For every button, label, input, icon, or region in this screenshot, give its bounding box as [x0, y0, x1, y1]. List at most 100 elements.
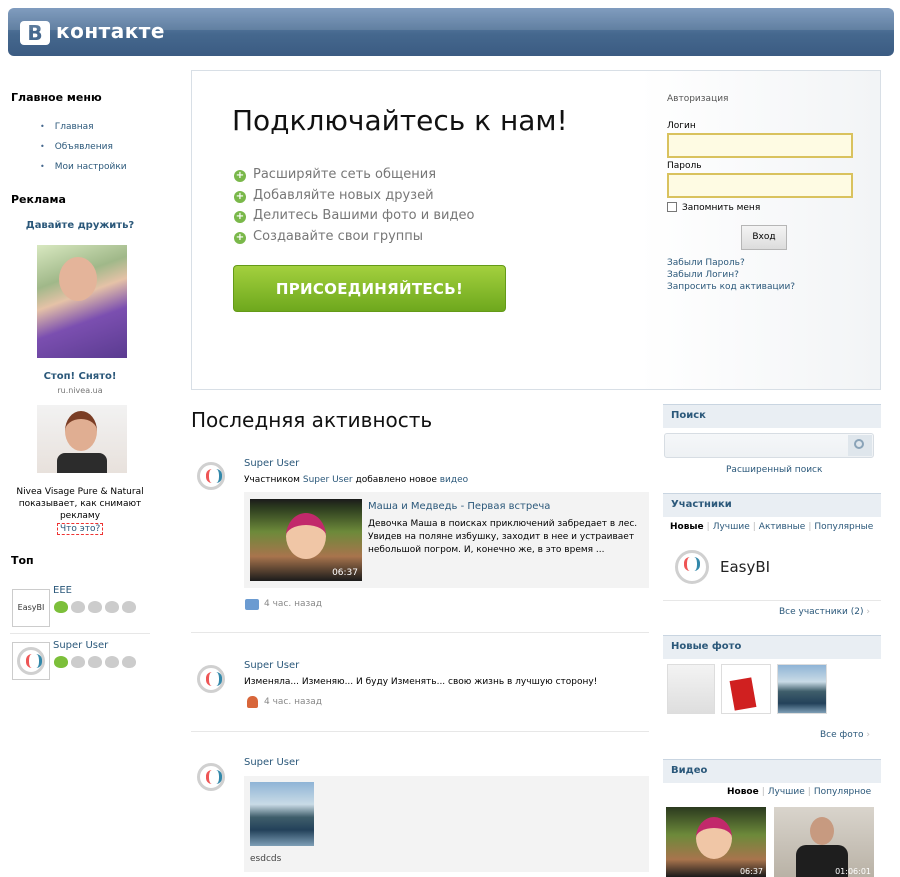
members-section-title: Участники — [663, 493, 881, 517]
feed-user-name[interactable]: Super User — [244, 660, 299, 671]
main-menu-title: Главное меню — [11, 91, 102, 104]
video-tabs: Новое | Лучшие | Популярное — [727, 787, 872, 797]
search-icon — [854, 439, 864, 449]
search-input[interactable] — [664, 433, 874, 458]
feature-item: + Создавайте свои группы — [234, 229, 424, 244]
menu-item-settings[interactable]: Мои настройки — [40, 162, 127, 172]
video-title-link[interactable]: Маша и Медведь - Первая встреча — [368, 501, 550, 512]
avatar[interactable] — [12, 642, 50, 680]
chevron-right-icon: › — [866, 607, 870, 617]
logo-icon[interactable]: В — [20, 21, 50, 45]
photo-caption: esdcds — [250, 854, 282, 864]
chevron-right-icon: › — [866, 730, 870, 740]
video-attachment: 06:37 Маша и Медведь - Первая встреча Де… — [244, 492, 649, 588]
top-title: Топ — [11, 554, 34, 567]
photo-red-object-shape — [729, 677, 757, 711]
photo-thumbnail[interactable] — [250, 782, 314, 846]
login-input[interactable] — [667, 133, 853, 158]
tab-members-popular[interactable]: Популярные — [814, 522, 873, 532]
rating-egg-icon — [54, 601, 68, 613]
member-name[interactable]: EasyBI — [720, 558, 770, 576]
ad2-what-link[interactable]: Что это? — [57, 523, 104, 535]
avatar[interactable] — [197, 462, 225, 490]
divider — [10, 633, 150, 634]
all-members-link[interactable]: Все участники (2) › — [779, 607, 870, 617]
auth-box: Авторизация Логин Пароль Запомнить меня … — [667, 71, 882, 389]
site-header: В контакте — [8, 8, 894, 56]
user-icon — [247, 696, 258, 708]
ad2-shoulders-shape — [57, 453, 107, 473]
ad2-face-shape — [65, 411, 97, 451]
divider — [191, 632, 649, 633]
password-input[interactable] — [667, 173, 853, 198]
feed-status-text: Изменяла... Изменяю... И буду Изменять..… — [244, 677, 598, 687]
divider — [663, 600, 881, 601]
tab-members-best[interactable]: Лучшие — [713, 522, 750, 532]
rating-egg-icon — [122, 601, 136, 613]
photo-thumbnail[interactable] — [667, 664, 715, 714]
member-avatar[interactable] — [675, 550, 709, 584]
tab-video-new[interactable]: Новое — [727, 787, 759, 797]
ad1-caption[interactable]: Стоп! Снято! — [10, 371, 150, 382]
search-section-title: Поиск — [663, 404, 881, 428]
photos-section-title: Новые фото — [663, 635, 881, 659]
feed-user-name[interactable]: Super User — [244, 757, 299, 768]
feature-item: + Делитесь Вашими фото и видео — [234, 208, 475, 223]
feature-item: + Расширяйте сеть общения — [234, 167, 437, 182]
tab-video-popular[interactable]: Популярное — [814, 787, 871, 797]
remember-checkbox[interactable] — [667, 202, 677, 212]
rating-egg-icon — [105, 601, 119, 613]
ad1-title[interactable]: Давайте дружить? — [10, 220, 150, 231]
request-code-link[interactable]: Запросить код активации? — [667, 282, 795, 292]
tab-video-best[interactable]: Лучшие — [768, 787, 805, 797]
ad1-image[interactable] — [37, 245, 127, 358]
members-tabs: Новые | Лучшие | Активные | Популярные — [670, 522, 874, 532]
menu-item-home[interactable]: Главная — [40, 122, 127, 132]
video-character-shape — [286, 513, 326, 559]
feed-user-name[interactable]: Super User — [244, 458, 299, 469]
avatar-logo-icon — [17, 647, 45, 675]
join-title: Подключайтесь к нам! — [232, 104, 568, 137]
login-button[interactable]: Вход — [741, 225, 787, 250]
video-section-title: Видео — [663, 759, 881, 783]
video-icon — [245, 599, 259, 610]
forgot-login-link[interactable]: Забыли Логин? — [667, 270, 739, 280]
video-person-shape — [810, 817, 834, 845]
video-thumbnail[interactable]: 01:06:01 — [774, 807, 874, 877]
all-photos-link[interactable]: Все фото › — [820, 730, 870, 740]
video-thumbnail[interactable]: 06:37 — [250, 499, 362, 581]
top-item-name[interactable]: Super User — [53, 640, 108, 651]
rating-eggs — [54, 656, 139, 671]
avatar[interactable] — [197, 665, 225, 693]
top-item-name[interactable]: EEE — [53, 585, 72, 596]
join-button[interactable]: ПРИСОЕДИНЯЙТЕСЬ! — [233, 265, 506, 312]
forgot-password-link[interactable]: Забыли Пароль? — [667, 258, 745, 268]
rating-egg-icon — [88, 601, 102, 613]
video-description: Девочка Маша в поисках приключений забре… — [368, 519, 638, 555]
rating-eggs — [54, 601, 139, 616]
feed-time: 4 час. назад — [264, 599, 323, 609]
rating-egg-icon — [88, 656, 102, 668]
plus-icon: + — [234, 170, 246, 182]
tab-members-active[interactable]: Активные — [759, 522, 806, 532]
advanced-search-link[interactable]: Расширенный поиск — [726, 465, 822, 475]
main-menu: Главная Объявления Мои настройки — [40, 122, 127, 182]
feed-action-user[interactable]: Super User — [303, 475, 353, 485]
login-label: Логин — [667, 121, 696, 131]
photo-thumbnail[interactable] — [721, 664, 771, 714]
ad2-text: Nivea Visage Pure & Natural показывает, … — [16, 487, 144, 521]
ad2-image[interactable] — [37, 405, 127, 473]
logo-text[interactable]: контакте — [56, 19, 165, 43]
video-duration: 06:37 — [332, 568, 358, 578]
feed-action-link[interactable]: видео — [440, 475, 468, 485]
video-thumbnail[interactable]: 06:37 — [666, 807, 766, 877]
tab-members-new[interactable]: Новые — [670, 522, 704, 532]
rating-egg-icon — [71, 601, 85, 613]
avatar[interactable] — [197, 763, 225, 791]
search-button[interactable] — [848, 435, 872, 456]
menu-item-ads[interactable]: Объявления — [40, 142, 127, 152]
divider — [191, 731, 649, 732]
avatar[interactable]: EasyBI — [12, 589, 50, 627]
ads-title: Реклама — [11, 193, 66, 206]
photo-thumbnail[interactable] — [777, 664, 827, 714]
